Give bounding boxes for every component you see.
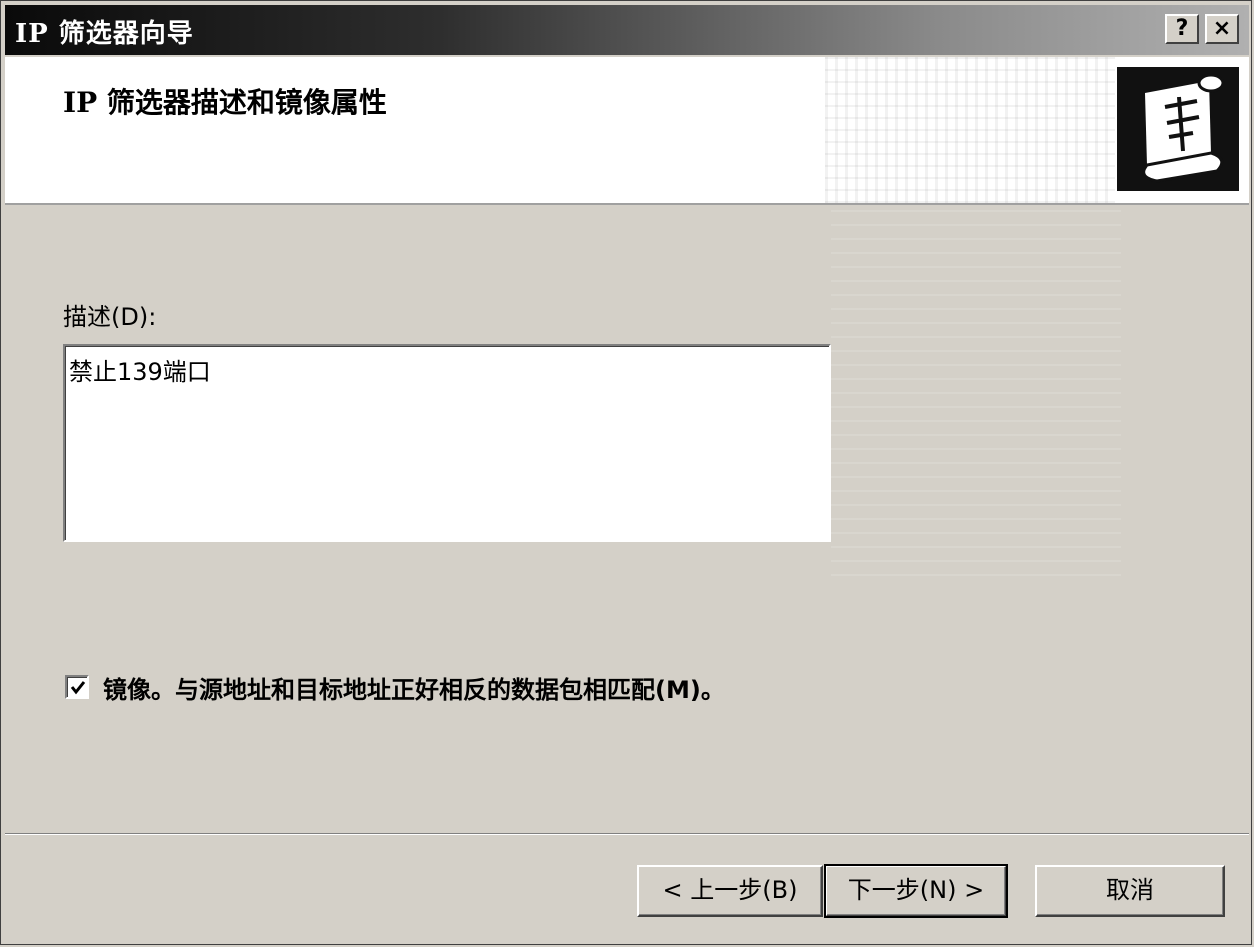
background-ghost-pattern <box>831 206 1121 576</box>
ip-filter-wizard-window: IP 筛选器向导 ? × IP 筛选器描述和镜像属性 描述(D): 禁止139端… <box>0 0 1252 945</box>
window-title: IP 筛选器向导 <box>15 19 194 49</box>
back-button[interactable]: < 上一步(B) <box>637 865 823 917</box>
header-background-pattern <box>825 57 1115 203</box>
close-button[interactable]: × <box>1205 14 1239 44</box>
next-button[interactable]: 下一步(N) > <box>824 864 1008 918</box>
scroll-wizard-icon <box>1117 67 1239 191</box>
help-button[interactable]: ? <box>1165 14 1199 44</box>
checkmark-icon <box>70 681 86 695</box>
description-label: 描述(D): <box>63 303 157 331</box>
mirror-checkbox[interactable] <box>65 675 89 699</box>
wizard-header: IP 筛选器描述和镜像属性 <box>5 57 1249 205</box>
page-title: IP 筛选器描述和镜像属性 <box>63 86 387 119</box>
description-textarea[interactable]: 禁止139端口 <box>63 344 831 542</box>
mirror-option[interactable]: 镜像。与源地址和目标地址正好相反的数据包相匹配(M)。 <box>65 669 725 705</box>
footer-separator <box>5 833 1249 835</box>
mirror-label: 镜像。与源地址和目标地址正好相反的数据包相匹配(M)。 <box>103 675 725 704</box>
title-bar[interactable]: IP 筛选器向导 ? × <box>5 5 1249 55</box>
cancel-button[interactable]: 取消 <box>1035 865 1225 917</box>
